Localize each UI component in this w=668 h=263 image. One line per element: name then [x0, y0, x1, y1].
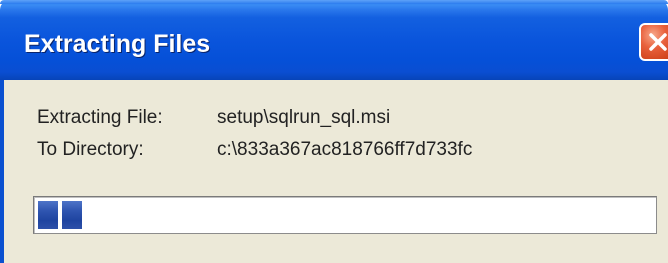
close-button[interactable]: [639, 23, 668, 61]
progress-fill: [38, 201, 82, 229]
extracting-file-label: Extracting File:: [37, 107, 163, 128]
extracting-files-dialog: Extracting Files Extracting File: setup\…: [0, 0, 668, 263]
extraction-progress-bar: [33, 196, 657, 234]
to-directory-value: c:\833a367ac818766ff7d733fc: [217, 139, 473, 160]
to-directory-label: To Directory:: [37, 139, 144, 160]
close-icon: [649, 33, 667, 51]
progress-block: [62, 201, 82, 229]
title-bar[interactable]: Extracting Files: [0, 0, 668, 80]
progress-block: [38, 201, 58, 229]
extracting-file-value: setup\sqlrun_sql.msi: [217, 107, 391, 128]
window-title: Extracting Files: [24, 30, 211, 58]
